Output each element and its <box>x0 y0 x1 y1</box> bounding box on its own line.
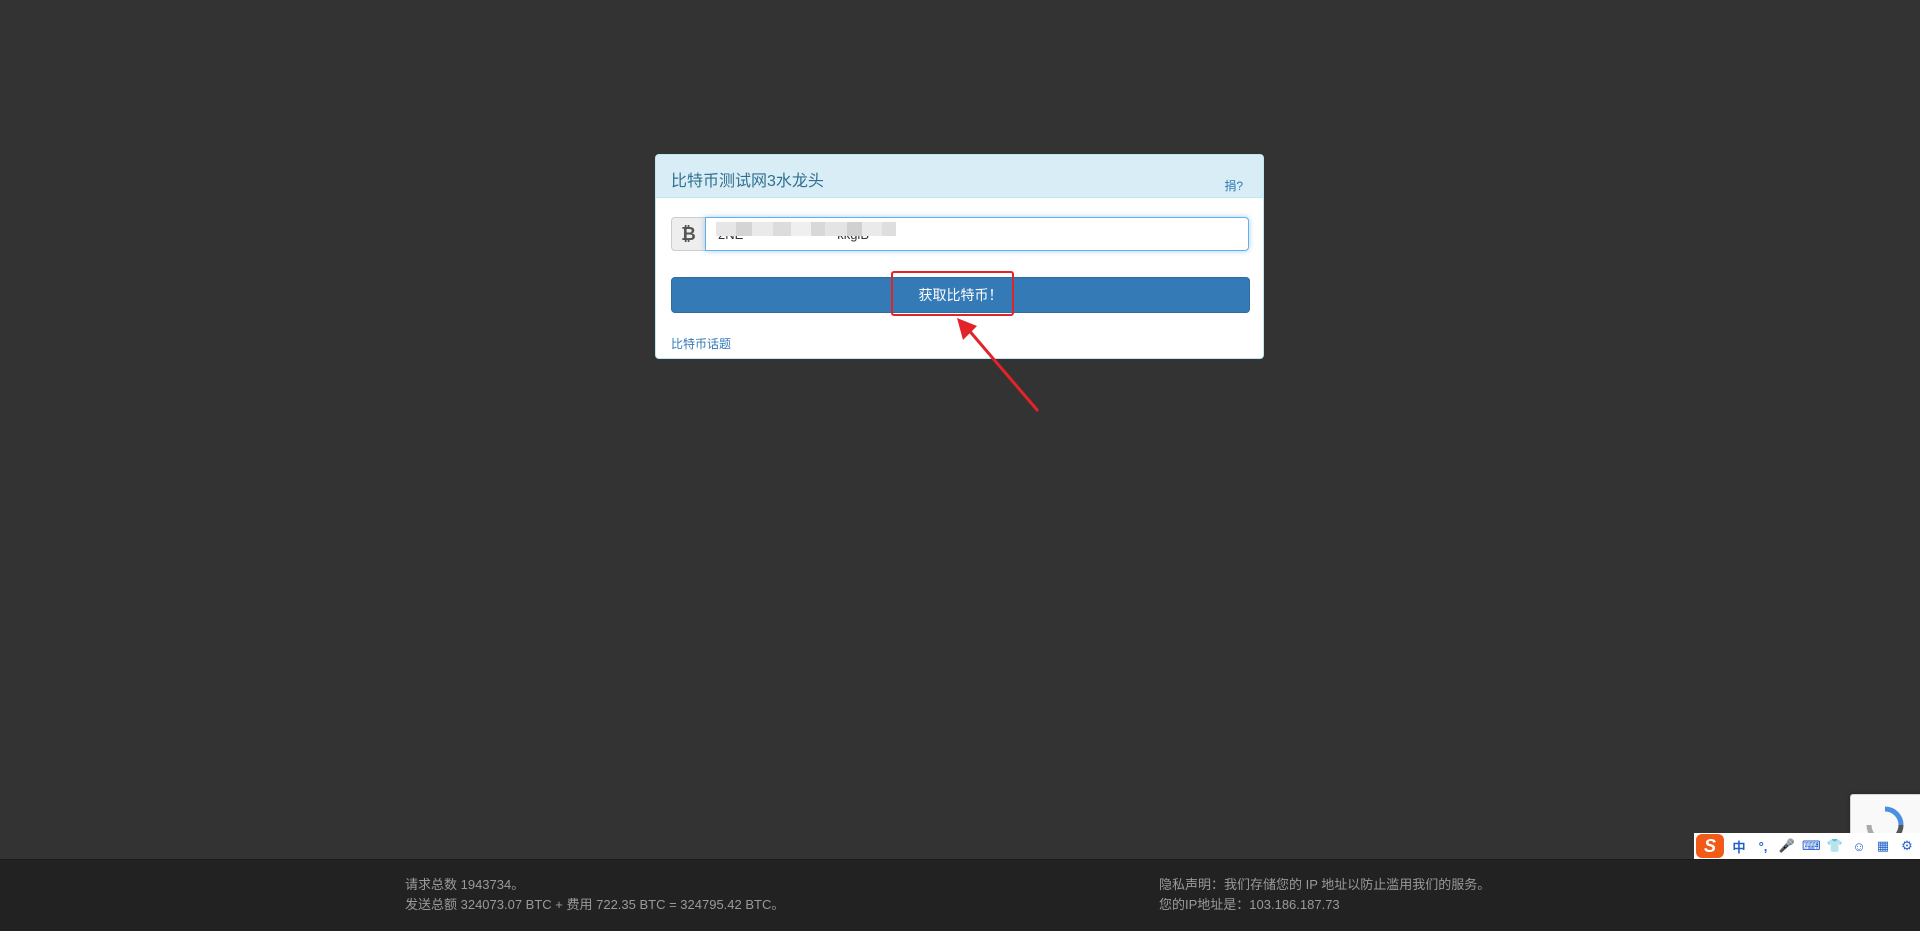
privacy-notice: 隐私声明：我们存储您的 IP 地址以防止滥用我们的服务。 <box>1159 877 1491 892</box>
ime-chinese-mode[interactable]: 中 <box>1730 837 1748 856</box>
get-bitcoin-button[interactable]: 获取比特币！ <box>671 277 1250 313</box>
sent-total: 发送总额 324073.07 BTC + 费用 722.35 BTC = 324… <box>405 897 785 912</box>
sogou-logo-icon[interactable]: S <box>1696 834 1724 858</box>
ime-toolbar: S 中 °, 🎤 ⌨ 👕 ☺ ▦ ⚙ <box>1694 833 1920 859</box>
ime-settings-icon[interactable]: ⚙ <box>1898 838 1916 854</box>
faucet-panel: 比特币测试网3水龙头 捐? ₿ 获取比特币！ 比特币话题 <box>655 154 1264 359</box>
panel-title: 比特币测试网3水龙头 <box>671 173 824 190</box>
ime-microphone-icon[interactable]: 🎤 <box>1778 838 1796 854</box>
bitcoin-topic-link[interactable]: 比特币话题 <box>671 335 731 352</box>
ime-keyboard-icon[interactable]: ⌨ <box>1802 838 1821 854</box>
page: 比特币测试网3水龙头 捐? ₿ 获取比特币！ 比特币话题 <box>0 0 1920 931</box>
footer: 请求总数 1943734。 发送总额 324073.07 BTC + 费用 72… <box>0 859 1920 931</box>
ime-emoji-icon[interactable]: ☺ <box>1850 839 1868 854</box>
ime-punctuation-icon[interactable]: °, <box>1754 839 1772 854</box>
footer-privacy: 隐私声明：我们存储您的 IP 地址以防止滥用我们的服务。 您的IP地址是：103… <box>1159 875 1490 915</box>
ime-toolbox-icon[interactable]: ▦ <box>1874 838 1892 854</box>
ip-address: 您的IP地址是：103.186.187.73 <box>1159 897 1340 912</box>
request-count: 请求总数 1943734。 <box>405 877 525 892</box>
ime-skin-icon[interactable]: 👕 <box>1826 838 1844 854</box>
address-redaction <box>716 219 897 239</box>
bitcoin-icon: ₿ <box>671 217 705 251</box>
footer-stats: 请求总数 1943734。 发送总额 324073.07 BTC + 费用 72… <box>405 875 784 915</box>
donate-link[interactable]: 捐? <box>1224 177 1243 194</box>
panel-heading: 比特币测试网3水龙头 捐? <box>656 155 1263 198</box>
